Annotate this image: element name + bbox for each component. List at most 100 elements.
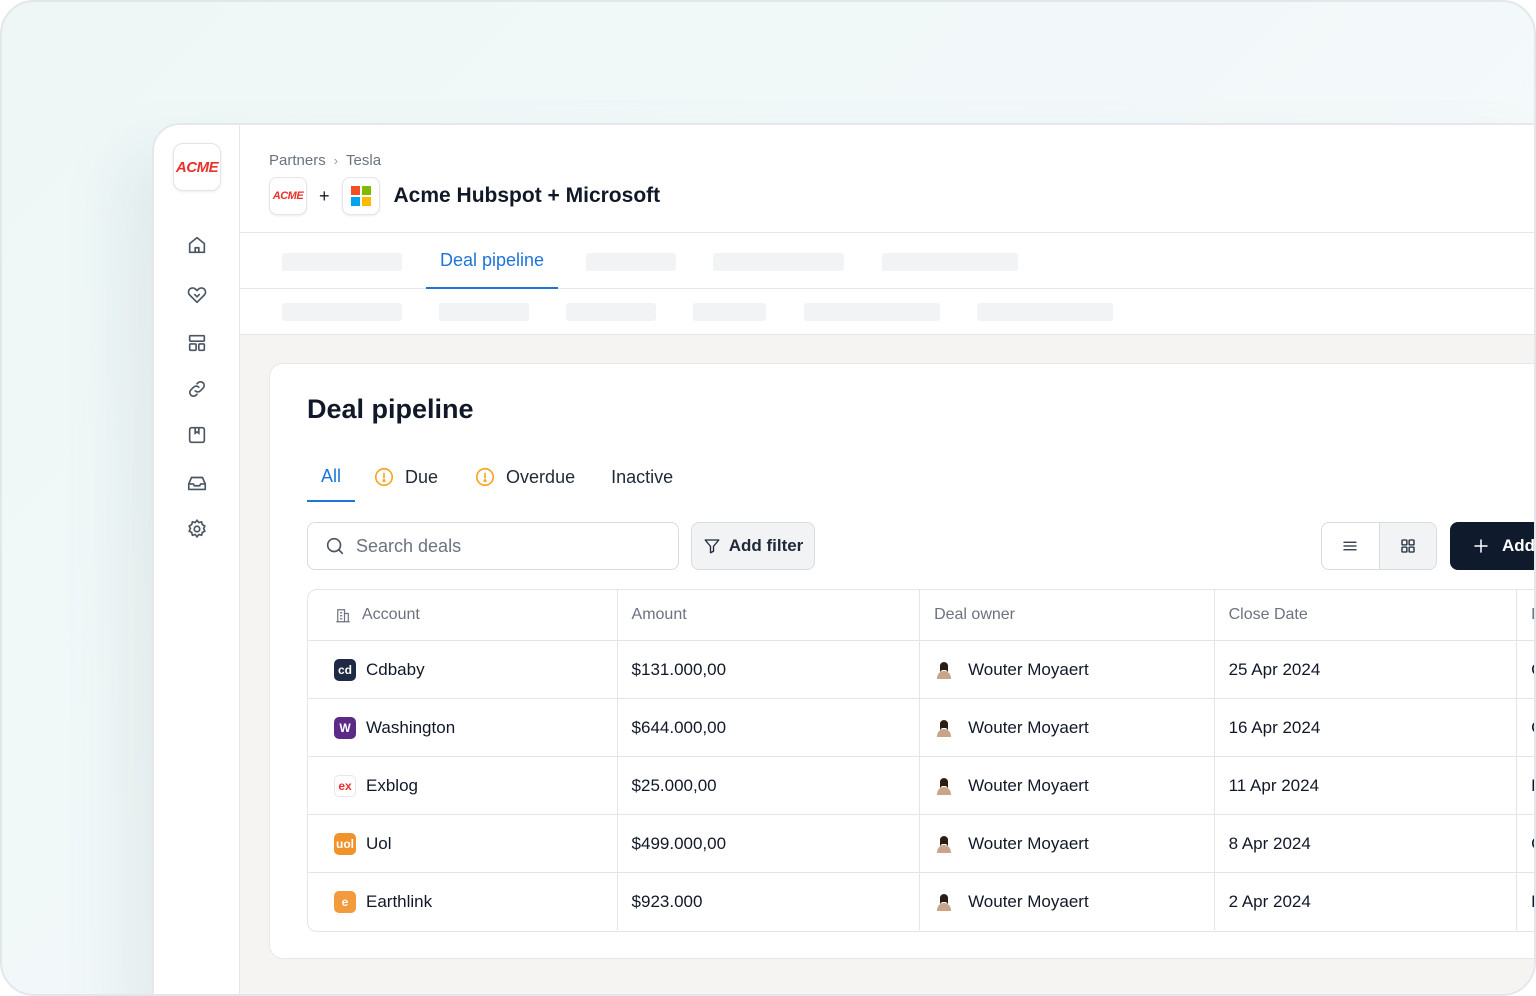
account-cell[interactable]: cd Cdbaby	[308, 641, 618, 698]
account-name: Uol	[366, 833, 392, 853]
amount-cell: $923.000	[618, 873, 921, 930]
table-row[interactable]: ex Exblog $25.000,00 Wouter Moyaert 11 Apr 2…	[308, 756, 1534, 814]
table-row[interactable]: uol Uol $499.000,00 Wouter Moyaert 8 Apr 202…	[308, 814, 1534, 872]
deal-owner-cell: Wouter Moyaert	[920, 699, 1215, 756]
bookmark-icon[interactable]	[185, 423, 209, 447]
column-header-label: Account	[362, 606, 420, 623]
filter-tab-inactive[interactable]: Inactive	[593, 452, 691, 502]
tab-placeholder[interactable]	[713, 253, 844, 271]
layout-icon[interactable]	[185, 331, 209, 355]
building-icon	[336, 609, 350, 623]
add-filter-button[interactable]: Add filter	[691, 522, 815, 570]
close-date-cell: 8 Apr 2024	[1215, 815, 1518, 872]
account-logo-icon: cd	[334, 658, 356, 681]
acme-logo-text: ACME	[175, 158, 219, 176]
title-row: ACME + Acme Hubspot + Microsoft	[269, 177, 660, 215]
subtab-placeholder[interactable]	[977, 303, 1113, 321]
home-icon[interactable]	[185, 233, 209, 257]
avatar	[937, 777, 952, 795]
search-input[interactable]	[356, 535, 656, 557]
info-icon	[374, 467, 394, 487]
breadcrumb-tesla[interactable]: Tesla	[346, 152, 381, 169]
view-toggle	[1321, 522, 1437, 570]
app-window: ACME Partners › Tesla ACME + Acme Hubspo…	[152, 123, 1534, 994]
sidebar: ACME	[154, 125, 240, 994]
tab-placeholder[interactable]	[586, 253, 676, 271]
avatar	[937, 893, 952, 911]
backdrop: ACME Partners › Tesla ACME + Acme Hubspo…	[0, 0, 1536, 996]
extra-cell: D	[1517, 873, 1534, 930]
filter-tab-label: All	[321, 465, 342, 486]
tab-bar: Deal pipeline	[240, 233, 1534, 289]
close-date-cell: 16 Apr 2024	[1215, 699, 1518, 756]
grid-view-button[interactable]	[1378, 523, 1436, 569]
table-row[interactable]: e Earthlink $923.000 Wouter Moyaert 2 Apr 20…	[308, 872, 1534, 930]
subtab-placeholder[interactable]	[282, 303, 402, 321]
table-row[interactable]: W Washington $644.000,00 Wouter Moyaert 16 A…	[308, 698, 1534, 756]
page-header: Partners › Tesla ACME + Acme Hubspot + M…	[240, 125, 1534, 233]
extra-cell: C	[1517, 641, 1534, 698]
microsoft-logo	[341, 177, 380, 215]
inbox-icon[interactable]	[185, 471, 209, 495]
grid-icon	[1401, 539, 1415, 553]
subtab-placeholder[interactable]	[439, 303, 529, 321]
subtab-bar	[240, 289, 1534, 335]
column-header-close-date[interactable]: Close Date	[1215, 590, 1518, 640]
table-header-row: Account Amount Deal owner Close Date D	[308, 590, 1534, 640]
link-icon[interactable]	[185, 377, 209, 401]
account-cell[interactable]: ex Exblog	[308, 757, 618, 814]
deal-owner-cell: Wouter Moyaert	[920, 757, 1215, 814]
column-header-extra[interactable]: D	[1517, 590, 1534, 640]
close-date-cell: 11 Apr 2024	[1215, 757, 1518, 814]
account-name: Exblog	[366, 775, 418, 795]
filter-tab-all[interactable]: All	[307, 452, 356, 502]
page-title: Acme Hubspot + Microsoft	[393, 184, 661, 207]
account-logo-icon: e	[334, 890, 356, 913]
amount-cell: $131.000,00	[618, 641, 921, 698]
search-box	[307, 522, 679, 570]
breadcrumb: Partners › Tesla	[269, 152, 381, 169]
filter-tab-due[interactable]: Due	[355, 452, 456, 502]
deal-owner-name: Wouter Moyaert	[968, 775, 1089, 795]
extra-cell: F	[1517, 757, 1534, 814]
acme-logo[interactable]: ACME	[173, 143, 221, 191]
account-cell[interactable]: uol Uol	[308, 815, 618, 872]
filter-tab-label: Overdue	[506, 466, 576, 487]
filter-icon	[704, 539, 720, 554]
acme-mini-logo: ACME	[269, 177, 307, 215]
deal-owner-name: Wouter Moyaert	[968, 891, 1089, 911]
search-icon	[326, 537, 344, 555]
breadcrumb-partners[interactable]: Partners	[269, 152, 326, 169]
avatar	[937, 661, 952, 679]
deals-table: Account Amount Deal owner Close Date D c…	[307, 589, 1534, 932]
column-header-amount[interactable]: Amount	[618, 590, 921, 640]
subtab-placeholder[interactable]	[693, 303, 766, 321]
deal-owner-cell: Wouter Moyaert	[920, 641, 1215, 698]
table-row[interactable]: cd Cdbaby $131.000,00 Wouter Moyaert 25 Apr …	[308, 640, 1534, 698]
filter-tab-label: Due	[405, 466, 439, 487]
account-cell[interactable]: W Washington	[308, 699, 618, 756]
subtab-placeholder[interactable]	[566, 303, 656, 321]
column-header-account[interactable]: Account	[308, 590, 618, 640]
amount-cell: $644.000,00	[618, 699, 921, 756]
list-view-button[interactable]	[1322, 523, 1379, 569]
tab-placeholder[interactable]	[282, 253, 402, 271]
add-filter-label: Add filter	[728, 536, 804, 555]
filter-tab-overdue[interactable]: Overdue	[456, 452, 593, 502]
tab-placeholder[interactable]	[882, 253, 1018, 271]
tab-deal-pipeline[interactable]: Deal pipeline	[426, 233, 559, 289]
account-cell[interactable]: e Earthlink	[308, 873, 618, 930]
filter-tab-label: Inactive	[611, 466, 674, 487]
deal-owner-name: Wouter Moyaert	[968, 717, 1089, 737]
gear-icon[interactable]	[185, 517, 209, 541]
account-logo-icon: uol	[334, 832, 356, 855]
deal-owner-cell: Wouter Moyaert	[920, 815, 1215, 872]
account-name: Cdbaby	[366, 659, 425, 679]
account-logo-icon: W	[334, 716, 356, 739]
column-header-deal-owner[interactable]: Deal owner	[920, 590, 1215, 640]
subtab-placeholder[interactable]	[804, 303, 940, 321]
deal-owner-cell: Wouter Moyaert	[920, 873, 1215, 930]
handshake-icon[interactable]	[185, 283, 209, 307]
add-deal-button[interactable]: Add	[1450, 522, 1534, 570]
card-title: Deal pipeline	[307, 394, 474, 424]
